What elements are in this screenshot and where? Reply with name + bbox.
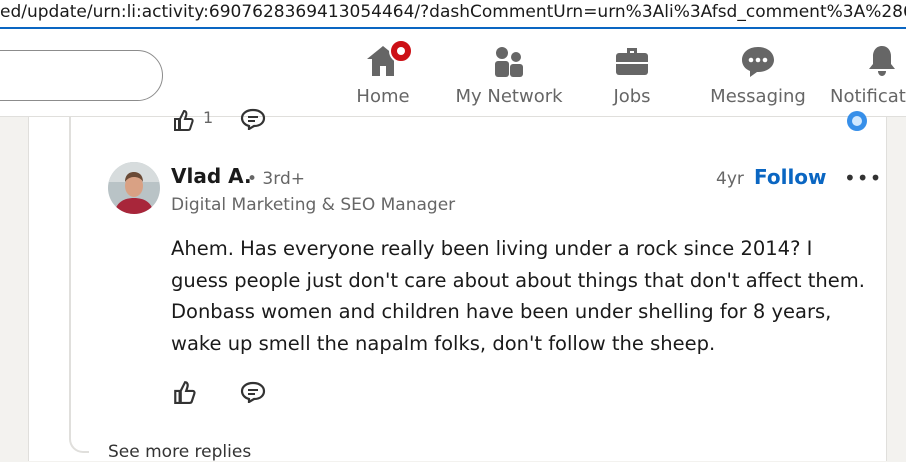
address-bar-url[interactable]: ed/update/urn:li:activity:69076283694130… [0,2,906,22]
like-icon[interactable] [172,109,194,135]
thread-line [69,117,89,453]
more-options-button[interactable]: ••• [844,166,882,190]
nav-notifications[interactable]: Notificatio [830,29,906,117]
reaction-icon [846,110,868,136]
reply-icon[interactable] [240,381,266,407]
network-icon [492,44,526,82]
reply-icon[interactable] [240,108,266,134]
nav-jobs[interactable]: Jobs [597,29,667,117]
nav-messaging-label: Messaging [710,86,806,107]
nav-my-network[interactable]: My Network [448,29,570,117]
comment-time: 4yr [716,169,744,189]
search-input[interactable] [0,50,163,101]
nav-messaging[interactable]: Messaging [706,29,810,117]
nav-jobs-label: Jobs [613,86,651,107]
address-bar[interactable]: ed/update/urn:li:activity:69076283694130… [0,0,906,29]
notification-badge [389,39,413,63]
avatar[interactable] [108,162,160,214]
connection-degree: • 3rd+ [247,169,305,189]
see-more-replies-link[interactable]: See more replies [108,442,251,462]
nav-notifications-label: Notificatio [830,86,906,107]
author-name[interactable]: Vlad A. [171,164,252,188]
like-count: 1 [203,108,214,127]
comment-text: Ahem. Has everyone really been living un… [171,237,865,355]
nav-my-network-label: My Network [455,86,563,107]
briefcase-icon [615,44,649,82]
nav-home[interactable]: Home [343,29,423,117]
follow-button[interactable]: Follow [754,165,827,189]
author-headline: Digital Marketing & SEO Manager [171,195,456,215]
top-nav: Home My Network Jobs Messaging Notificat [0,29,906,117]
message-icon [740,44,776,82]
bell-icon [865,44,899,82]
like-icon[interactable] [172,380,196,408]
nav-home-label: Home [356,86,410,107]
